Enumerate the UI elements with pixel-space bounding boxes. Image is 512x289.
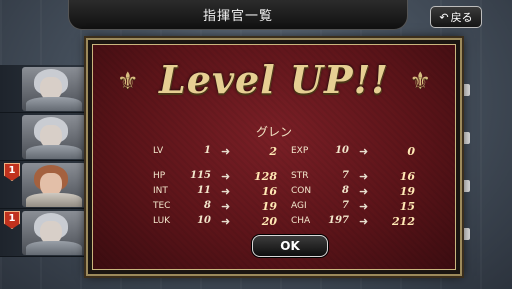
stat-new-value: 0 <box>407 145 415 158</box>
character-name: グレン <box>255 125 292 139</box>
stat-row-con: CON 8 ➜ 19 <box>291 185 421 201</box>
avatar <box>22 115 86 159</box>
stat-row-agi: AGI 7 ➜ 15 <box>291 200 421 216</box>
dialog-panel: ⚜ Level UP!! ⚜ グレン LV 1 ➜ 2 HP 115 ➜ 128… <box>92 44 456 270</box>
stat-old-value: 8 <box>342 185 349 196</box>
right-arrow-icon: ➜ <box>359 200 369 213</box>
stat-old-value: 10 <box>335 145 349 156</box>
avatar <box>22 67 86 111</box>
stat-old-value: 7 <box>342 170 349 181</box>
back-button[interactable]: ↶ 戻る <box>430 6 482 28</box>
right-arrow-icon: ➜ <box>359 215 369 228</box>
ok-button[interactable]: OK <box>252 235 328 257</box>
stat-label: STR <box>291 171 309 181</box>
return-arrow-icon: ↶ <box>439 10 449 24</box>
stat-old-value: 8 <box>204 200 211 211</box>
avatar <box>22 163 86 207</box>
stat-old-value: 1 <box>204 145 211 156</box>
right-arrow-icon: ➜ <box>221 185 231 198</box>
stat-old-value: 7 <box>342 200 349 211</box>
stat-new-value: 16 <box>261 185 277 198</box>
right-arrow-icon: ➜ <box>221 215 231 228</box>
stat-label: EXP <box>291 146 309 156</box>
avatar <box>22 211 86 255</box>
stat-label: AGI <box>291 201 307 211</box>
stat-row-luk: LUK 10 ➜ 20 <box>153 215 283 231</box>
right-arrow-icon: ➜ <box>221 200 231 213</box>
stat-old-value: 11 <box>197 185 211 196</box>
right-arrow-icon: ➜ <box>359 185 369 198</box>
stat-label: TEC <box>153 201 171 211</box>
rank-badge: 1 <box>4 211 20 229</box>
ornament-icon: ⚜ <box>409 67 431 95</box>
stat-row-exp: EXP 10 ➜ 0 <box>291 145 421 161</box>
stat-new-value: 128 <box>254 170 277 183</box>
stat-new-value: 19 <box>399 185 415 198</box>
stat-row-lv: LV 1 ➜ 2 <box>153 145 283 161</box>
stat-row-int: INT 11 ➜ 16 <box>153 185 283 201</box>
stat-label: LV <box>153 146 164 156</box>
dialog-title: Level UP!! <box>159 57 389 102</box>
list-item[interactable] <box>0 113 90 161</box>
page-title: 指揮官一覧 <box>202 9 273 24</box>
header-bar: 指揮官一覧 <box>68 0 408 30</box>
list-item[interactable] <box>0 65 90 113</box>
stat-new-value: 212 <box>392 215 415 228</box>
stat-row-cha: CHA 197 ➜ 212 <box>291 215 421 231</box>
stat-old-value: 10 <box>197 215 211 226</box>
stat-label: CHA <box>291 216 311 226</box>
right-arrow-icon: ➜ <box>221 145 231 158</box>
stat-label: CON <box>291 186 312 196</box>
stat-new-value: 19 <box>261 200 277 213</box>
back-label: 戻る <box>450 11 473 24</box>
stat-new-value: 20 <box>261 215 277 228</box>
stat-new-value: 2 <box>269 145 277 158</box>
stat-new-value: 16 <box>399 170 415 183</box>
rank-badge: 1 <box>4 163 20 181</box>
stat-row-hp: HP 115 ➜ 128 <box>153 170 283 186</box>
right-arrow-icon: ➜ <box>221 170 231 183</box>
list-item[interactable]: 1 <box>0 161 90 209</box>
stat-row-tec: TEC 8 ➜ 19 <box>153 200 283 216</box>
stat-label: HP <box>153 171 166 181</box>
commander-list: 1 1 <box>0 65 90 257</box>
level-up-dialog: ⚜ Level UP!! ⚜ グレン LV 1 ➜ 2 HP 115 ➜ 128… <box>86 38 462 276</box>
list-item[interactable]: 1 <box>0 209 90 257</box>
stat-row-str: STR 7 ➜ 16 <box>291 170 421 186</box>
stat-new-value: 15 <box>399 200 415 213</box>
stat-label: INT <box>153 186 168 196</box>
stat-old-value: 115 <box>190 170 211 181</box>
stat-label: LUK <box>153 216 171 226</box>
right-arrow-icon: ➜ <box>359 170 369 183</box>
stat-old-value: 197 <box>328 215 349 226</box>
right-arrow-icon: ➜ <box>359 145 369 158</box>
